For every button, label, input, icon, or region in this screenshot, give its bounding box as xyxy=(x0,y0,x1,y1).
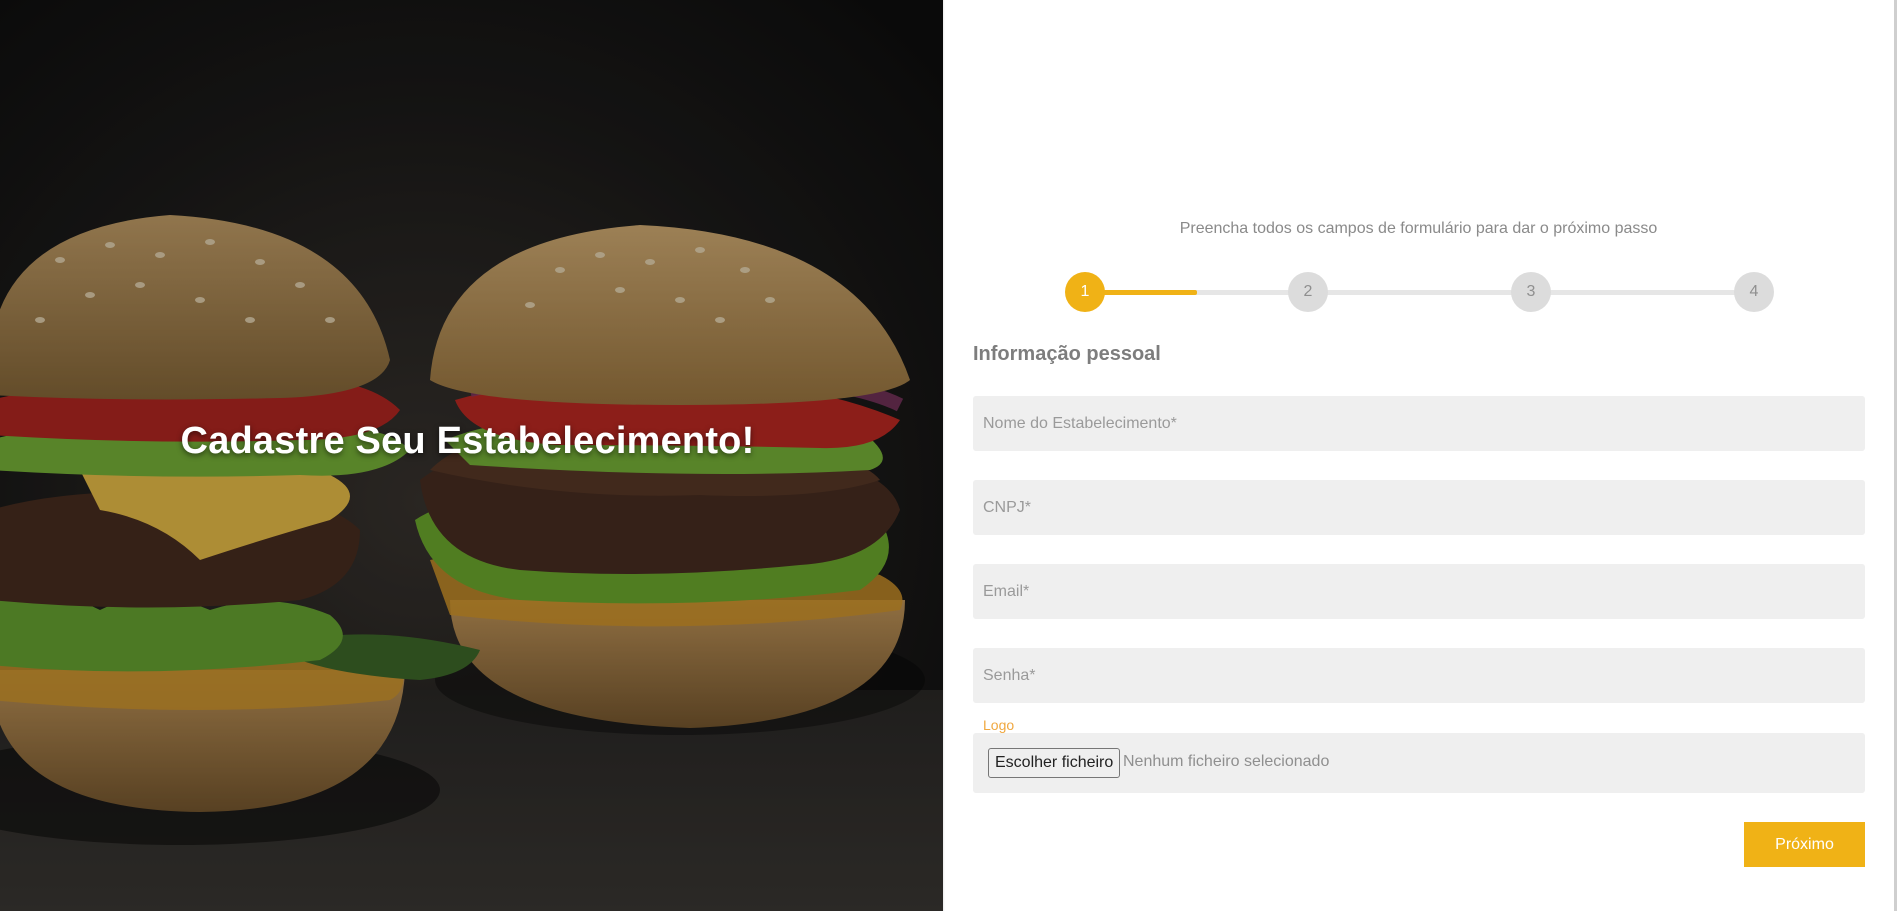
email-field[interactable] xyxy=(973,564,1865,619)
hero-panel: Cadastre Seu Estabelecimento! xyxy=(0,0,943,911)
choose-file-button[interactable]: Escolher ficheiro xyxy=(988,748,1121,778)
form-panel: Preencha todos os campos de formulário p… xyxy=(943,0,1894,911)
section-title: Informação pessoal xyxy=(973,343,1161,365)
progress-stepper: 1 2 3 4 xyxy=(1065,272,1775,314)
signup-page: Cadastre Seu Estabelecimento! Preencha t… xyxy=(0,0,1897,911)
logo-label: Logo xyxy=(983,717,1015,733)
logo-file-input: Escolher ficheiro Nenhum ficheiro seleci… xyxy=(973,733,1865,793)
step-2[interactable]: 2 xyxy=(1288,272,1328,312)
step-1[interactable]: 1 xyxy=(1065,272,1105,312)
cnpj-field[interactable] xyxy=(973,480,1865,535)
form-instruction: Preencha todos os campos de formulário p… xyxy=(1179,220,1658,237)
establishment-name-field[interactable] xyxy=(973,396,1865,451)
step-3[interactable]: 3 xyxy=(1511,272,1551,312)
next-button[interactable]: Próximo xyxy=(1744,822,1865,867)
file-status-text: Nenhum ficheiro selecionado xyxy=(1123,753,1330,770)
hero-title: Cadastre Seu Estabelecimento! xyxy=(180,420,755,462)
password-field[interactable] xyxy=(973,648,1865,703)
step-4[interactable]: 4 xyxy=(1734,272,1774,312)
